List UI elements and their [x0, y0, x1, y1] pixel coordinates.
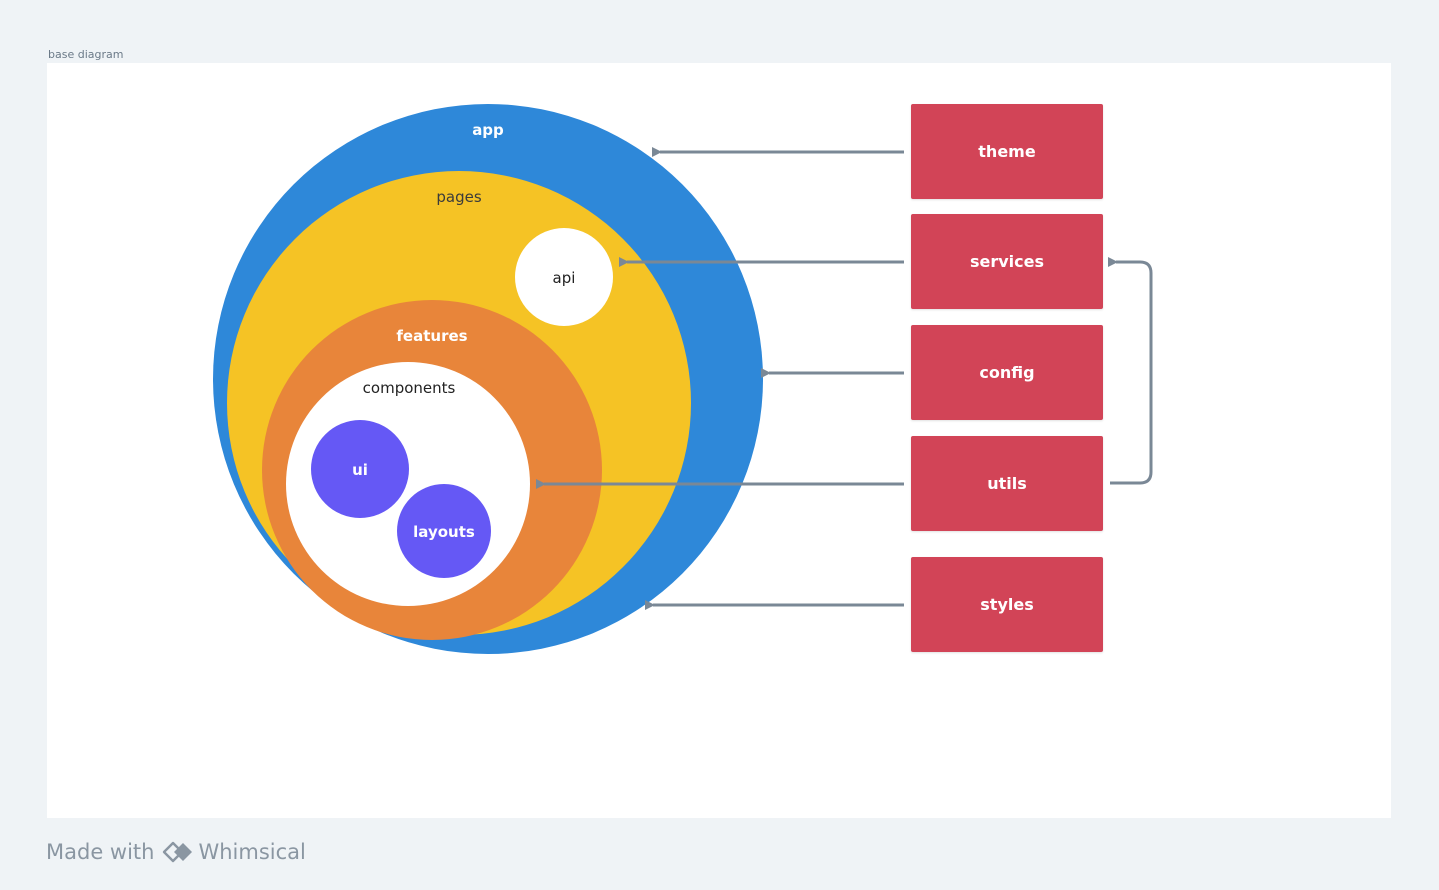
made-with-text: Made with: [46, 840, 155, 864]
arrow-utils-to-services[interactable]: [1108, 257, 1153, 485]
module-services[interactable]: services: [911, 214, 1103, 309]
module-utils[interactable]: utils: [911, 436, 1103, 531]
ui-label: ui: [352, 461, 368, 479]
layouts-label: layouts: [413, 523, 475, 541]
module-styles-label: styles: [980, 595, 1034, 614]
made-with-whimsical-footer[interactable]: Made with Whimsical: [46, 840, 306, 864]
diagram-svg: app pages api features components ui lay…: [213, 104, 1153, 654]
module-config-label: config: [979, 363, 1035, 382]
whimsical-logo-icon: [163, 841, 193, 863]
module-utils-label: utils: [987, 474, 1027, 493]
api-label: api: [553, 269, 576, 287]
pages-label: pages: [436, 188, 481, 206]
whimsical-brand-text: Whimsical: [198, 840, 306, 864]
module-config[interactable]: config: [911, 325, 1103, 420]
module-theme[interactable]: theme: [911, 104, 1103, 199]
module-services-label: services: [969, 252, 1045, 271]
module-styles[interactable]: styles: [911, 557, 1103, 652]
features-label: features: [396, 327, 467, 345]
whimsical-brand[interactable]: Whimsical: [162, 840, 306, 864]
module-theme-label: theme: [978, 142, 1036, 161]
app-label: app: [472, 121, 504, 139]
components-label: components: [363, 379, 456, 397]
